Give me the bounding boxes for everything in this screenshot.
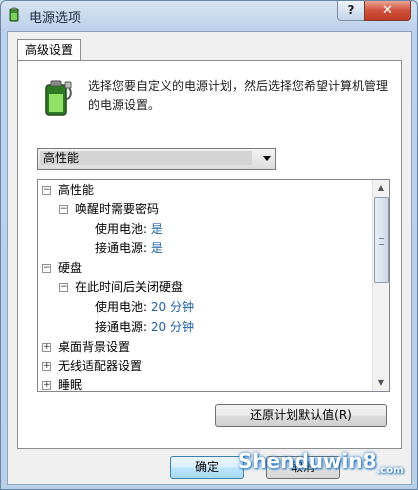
scrollbar-thumb[interactable] xyxy=(374,197,389,283)
ok-button[interactable]: 确定 xyxy=(170,456,244,479)
power-plan-selected: 高性能 xyxy=(40,151,252,165)
tree-item[interactable]: 接通电源: 20 分钟 xyxy=(95,318,194,336)
collapse-icon[interactable]: − xyxy=(59,205,68,214)
chevron-down-icon xyxy=(263,156,271,161)
scroll-up-icon[interactable]: ▲ xyxy=(373,180,389,196)
setting-value[interactable]: 是 xyxy=(151,222,163,236)
setting-value[interactable]: 是 xyxy=(151,241,163,255)
power-options-window: 电源选项 ? ✕ 高级设置 选择您要自定义的电源计划，然后选择您希望计算机管理的… xyxy=(0,0,418,490)
scroll-down-icon[interactable]: ▼ xyxy=(373,375,389,391)
tree-item[interactable]: 使用电池: 是 xyxy=(95,220,163,238)
setting-value[interactable]: 20 分钟 xyxy=(151,320,194,334)
tree-item[interactable]: 接通电源: 是 xyxy=(95,239,163,257)
window-title: 电源选项 xyxy=(29,11,82,26)
setting-value[interactable]: 20 分钟 xyxy=(151,300,194,314)
collapse-icon[interactable]: − xyxy=(42,264,51,273)
close-button[interactable]: ✕ xyxy=(364,1,411,21)
dialog-client-area: 高级设置 选择您要自定义的电源计划，然后选择您希望计算机管理的电源设置。 高性能… xyxy=(7,31,412,485)
description-text: 选择您要自定义的电源计划，然后选择您希望计算机管理的电源设置。 xyxy=(88,79,389,112)
settings-tree[interactable]: − 高性能 − 唤醒时需要密码 使用电池: 是 接通电源: 是 − 硬盘 − 在… xyxy=(37,179,390,392)
expand-icon[interactable]: + xyxy=(42,343,51,352)
restore-defaults-button[interactable]: 还原计划默认值(R) xyxy=(215,404,387,427)
tab-advanced-settings[interactable]: 高级设置 xyxy=(17,39,81,61)
power-plan-dropdown[interactable]: 高性能 xyxy=(37,148,276,170)
expand-icon[interactable]: + xyxy=(42,381,51,390)
advanced-settings-panel: 选择您要自定义的电源计划，然后选择您希望计算机管理的电源设置。 高性能 − 高性… xyxy=(17,60,402,449)
vertical-scrollbar[interactable]: ▲ ▼ xyxy=(372,180,389,391)
battery-plug-icon xyxy=(45,80,72,116)
tree-item[interactable]: 使用电池: 20 分钟 xyxy=(95,298,194,316)
title-bar[interactable]: 电源选项 ? ✕ xyxy=(1,1,417,31)
power-options-icon xyxy=(9,7,19,22)
help-button[interactable]: ? xyxy=(337,1,365,21)
collapse-icon[interactable]: − xyxy=(42,186,51,195)
expand-icon[interactable]: + xyxy=(42,362,51,371)
site-watermark: Shenduwin8.com xyxy=(238,449,404,476)
collapse-icon[interactable]: − xyxy=(59,283,68,292)
